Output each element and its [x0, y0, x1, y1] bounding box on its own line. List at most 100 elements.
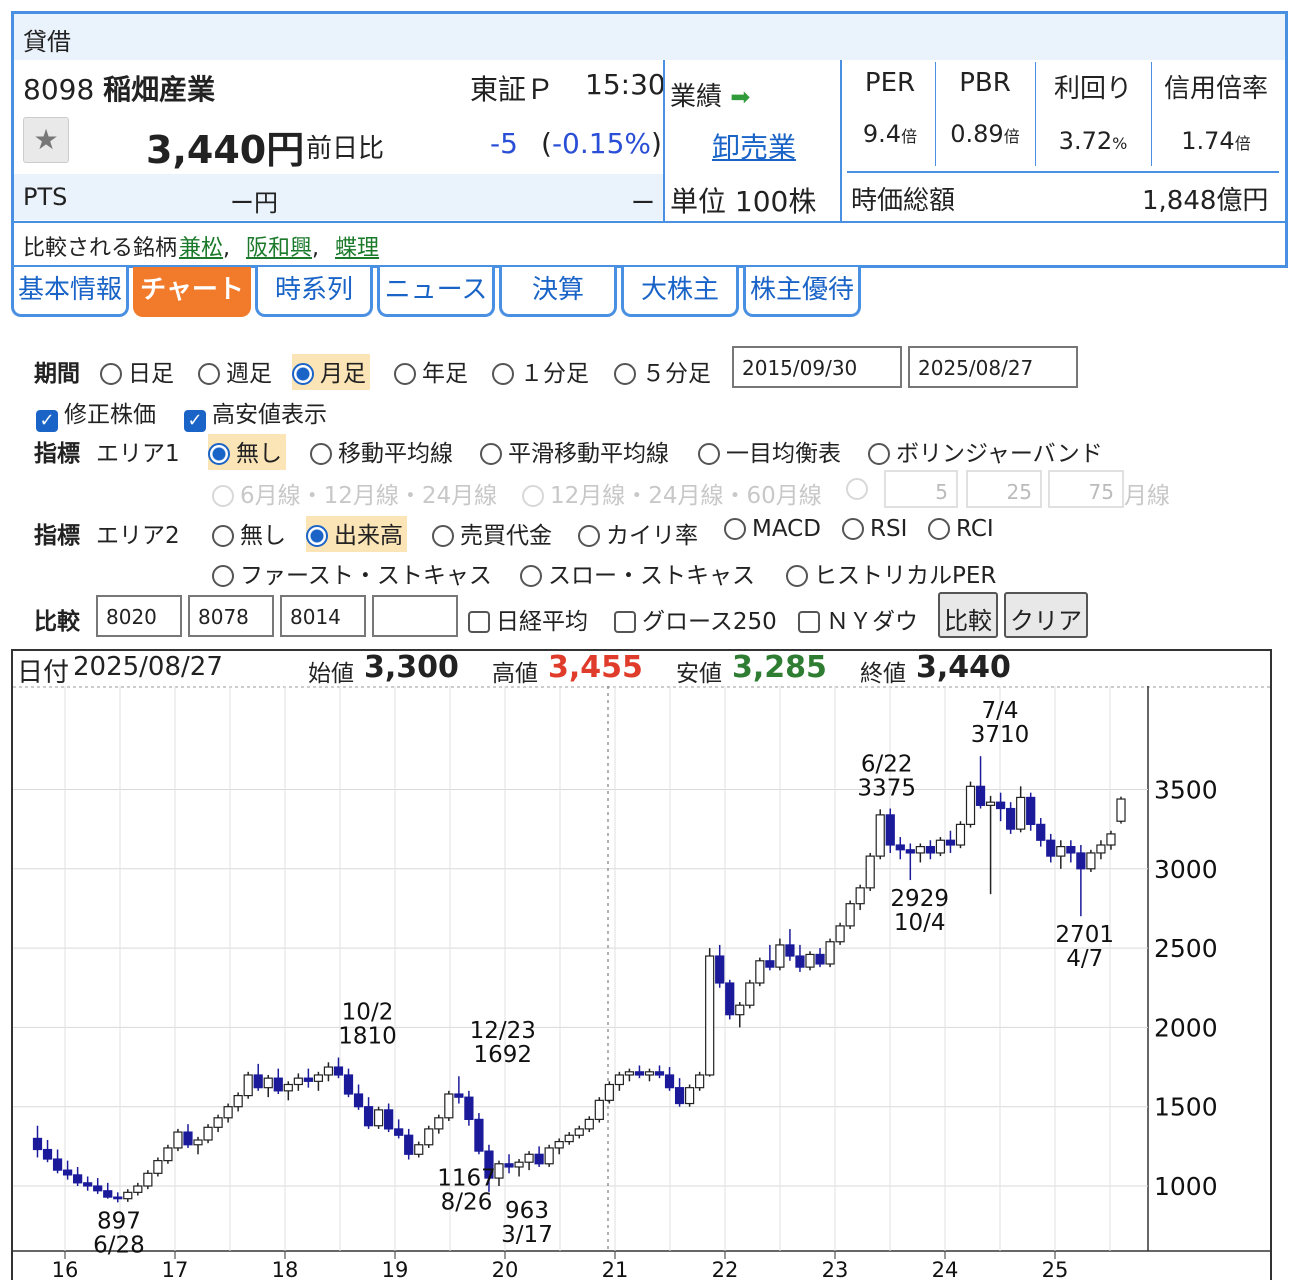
- radio-button[interactable]: [394, 363, 416, 385]
- compared-stock-link[interactable]: 阪和興: [246, 236, 312, 261]
- radio-daily[interactable]: 日足: [100, 354, 174, 388]
- trading-unit: 単位 100株: [670, 185, 817, 218]
- compared-stock-link[interactable]: 蝶理: [335, 236, 379, 261]
- tab-shareholders[interactable]: 大株主: [621, 267, 739, 317]
- radio-button[interactable]: [212, 485, 234, 507]
- radio-button[interactable]: [842, 518, 864, 540]
- radio-button[interactable]: [928, 518, 950, 540]
- radio-button[interactable]: [846, 478, 868, 500]
- radio-button[interactable]: [310, 443, 332, 465]
- tab-chart[interactable]: チャート: [133, 267, 251, 317]
- x-tick-label: 19: [382, 1258, 409, 1280]
- option-label: 無し: [240, 523, 286, 549]
- radio-ma-preset-1[interactable]: 6月線・12月線・24月線: [212, 476, 497, 510]
- candle-body: [945, 839, 956, 846]
- highlow-checkbox[interactable]: ✓ 高安値表示: [184, 395, 327, 432]
- radio-area1-none[interactable]: 無し: [208, 434, 286, 470]
- radio-macd[interactable]: MACD: [724, 516, 821, 542]
- favorite-star-icon[interactable]: ★: [23, 117, 69, 163]
- radio-ma-preset-2[interactable]: 12月線・24月線・60月線: [522, 476, 822, 510]
- option-label: 6月線・12月線・24月線: [240, 483, 498, 509]
- radio-button[interactable]: [520, 565, 542, 587]
- radio-1min[interactable]: １分足: [492, 354, 589, 388]
- date-to-input[interactable]: 2025/08/27: [908, 346, 1078, 388]
- radio-button[interactable]: [100, 363, 122, 385]
- tab-earnings[interactable]: 決算: [499, 267, 617, 317]
- metric-yield: 利回り 3.72%: [1037, 60, 1149, 170]
- radio-rci[interactable]: RCI: [928, 516, 994, 542]
- clear-button[interactable]: クリア: [1004, 592, 1088, 638]
- radio-button[interactable]: [868, 443, 890, 465]
- checkbox[interactable]: [798, 611, 820, 633]
- extreme-label: 3/17: [501, 1222, 553, 1248]
- radio-5min[interactable]: ５分足: [614, 354, 711, 388]
- nydow-checkbox[interactable]: ＮＹダウ: [798, 602, 918, 636]
- radio-turnover[interactable]: 売買代金: [432, 516, 552, 550]
- nikkei-checkbox[interactable]: 日経平均: [468, 602, 588, 636]
- radio-area2-none[interactable]: 無し: [212, 516, 286, 550]
- radio-button[interactable]: [212, 565, 234, 587]
- tab-benefits[interactable]: 株主優待: [743, 267, 861, 317]
- ma-input-2[interactable]: 25: [966, 470, 1042, 508]
- ma-input-3[interactable]: 75: [1048, 470, 1124, 508]
- radio-button[interactable]: [292, 363, 314, 385]
- checkbox[interactable]: ✓: [184, 410, 206, 432]
- metric-value: 0.89: [950, 120, 1004, 148]
- radio-button[interactable]: [198, 363, 220, 385]
- sector-link[interactable]: 卸売業: [712, 126, 796, 166]
- radio-monthly[interactable]: 月足: [292, 354, 370, 390]
- tab-news[interactable]: ニュース: [377, 267, 495, 317]
- radio-button[interactable]: [480, 443, 502, 465]
- radio-weekly[interactable]: 週足: [198, 354, 272, 388]
- candle-body: [604, 1083, 614, 1101]
- radio-button[interactable]: [306, 525, 328, 547]
- candle-body: [634, 1071, 645, 1076]
- candle-body: [735, 1004, 745, 1016]
- radio-yearly[interactable]: 年足: [394, 354, 468, 388]
- compare-code-4[interactable]: [372, 595, 458, 637]
- candle-body: [273, 1077, 283, 1092]
- compare-code-1[interactable]: 8020: [96, 595, 182, 637]
- compare-button[interactable]: 比較: [938, 592, 998, 638]
- checkbox[interactable]: [614, 611, 636, 633]
- metric-value: 3.72: [1058, 127, 1113, 155]
- radio-button[interactable]: [724, 518, 746, 540]
- compare-code-3[interactable]: 8014: [280, 595, 366, 637]
- radio-button[interactable]: [578, 525, 600, 547]
- current-price: 3,440円: [146, 128, 305, 172]
- change-label: 前日比: [306, 134, 385, 164]
- radio-slow-stoch[interactable]: スロー・ストキャス: [520, 556, 755, 590]
- radio-sma[interactable]: 移動平均線: [310, 434, 453, 468]
- radio-button[interactable]: [492, 363, 514, 385]
- radio-fast-stoch[interactable]: ファースト・ストキャス: [212, 556, 492, 590]
- radio-button[interactable]: [208, 443, 230, 465]
- radio-rsi[interactable]: RSI: [842, 516, 907, 542]
- earnings-link[interactable]: 業績 ➡: [670, 76, 750, 113]
- radio-button[interactable]: [698, 443, 720, 465]
- radio-ichimoku[interactable]: 一目均衡表: [698, 434, 841, 468]
- radio-button[interactable]: [614, 363, 636, 385]
- compare-code-2[interactable]: 8078: [188, 595, 274, 637]
- radio-button[interactable]: [786, 565, 808, 587]
- checkbox[interactable]: ✓: [36, 410, 58, 432]
- candlestick-chart[interactable]: 8976/28 10/21810 11678/26 12/231692 9633/17 6…: [13, 686, 1270, 1280]
- ma-input-1[interactable]: 5: [884, 470, 958, 508]
- radio-hist-per[interactable]: ヒストリカルPER: [786, 556, 996, 590]
- radio-deviation[interactable]: カイリ率: [578, 516, 698, 550]
- y-tick-label: 2000: [1154, 1013, 1218, 1042]
- radio-button[interactable]: [212, 525, 234, 547]
- growth250-checkbox[interactable]: グロース250: [614, 602, 777, 636]
- radio-volume[interactable]: 出来高: [306, 516, 407, 552]
- checkbox[interactable]: [468, 611, 490, 633]
- candle-body: [384, 1109, 394, 1130]
- radio-ma-custom[interactable]: [846, 476, 874, 502]
- compared-stock-link[interactable]: 兼松: [179, 236, 223, 261]
- tab-time-series[interactable]: 時系列: [255, 267, 373, 317]
- radio-button[interactable]: [522, 485, 544, 507]
- adjusted-price-checkbox[interactable]: ✓ 修正株価: [36, 395, 156, 432]
- date-from-input[interactable]: 2015/09/30: [732, 346, 902, 388]
- radio-bollinger[interactable]: ボリンジャーバンド: [868, 434, 1103, 468]
- tab-basic-info[interactable]: 基本情報: [11, 267, 129, 317]
- radio-ema[interactable]: 平滑移動平均線: [480, 434, 669, 468]
- radio-button[interactable]: [432, 525, 454, 547]
